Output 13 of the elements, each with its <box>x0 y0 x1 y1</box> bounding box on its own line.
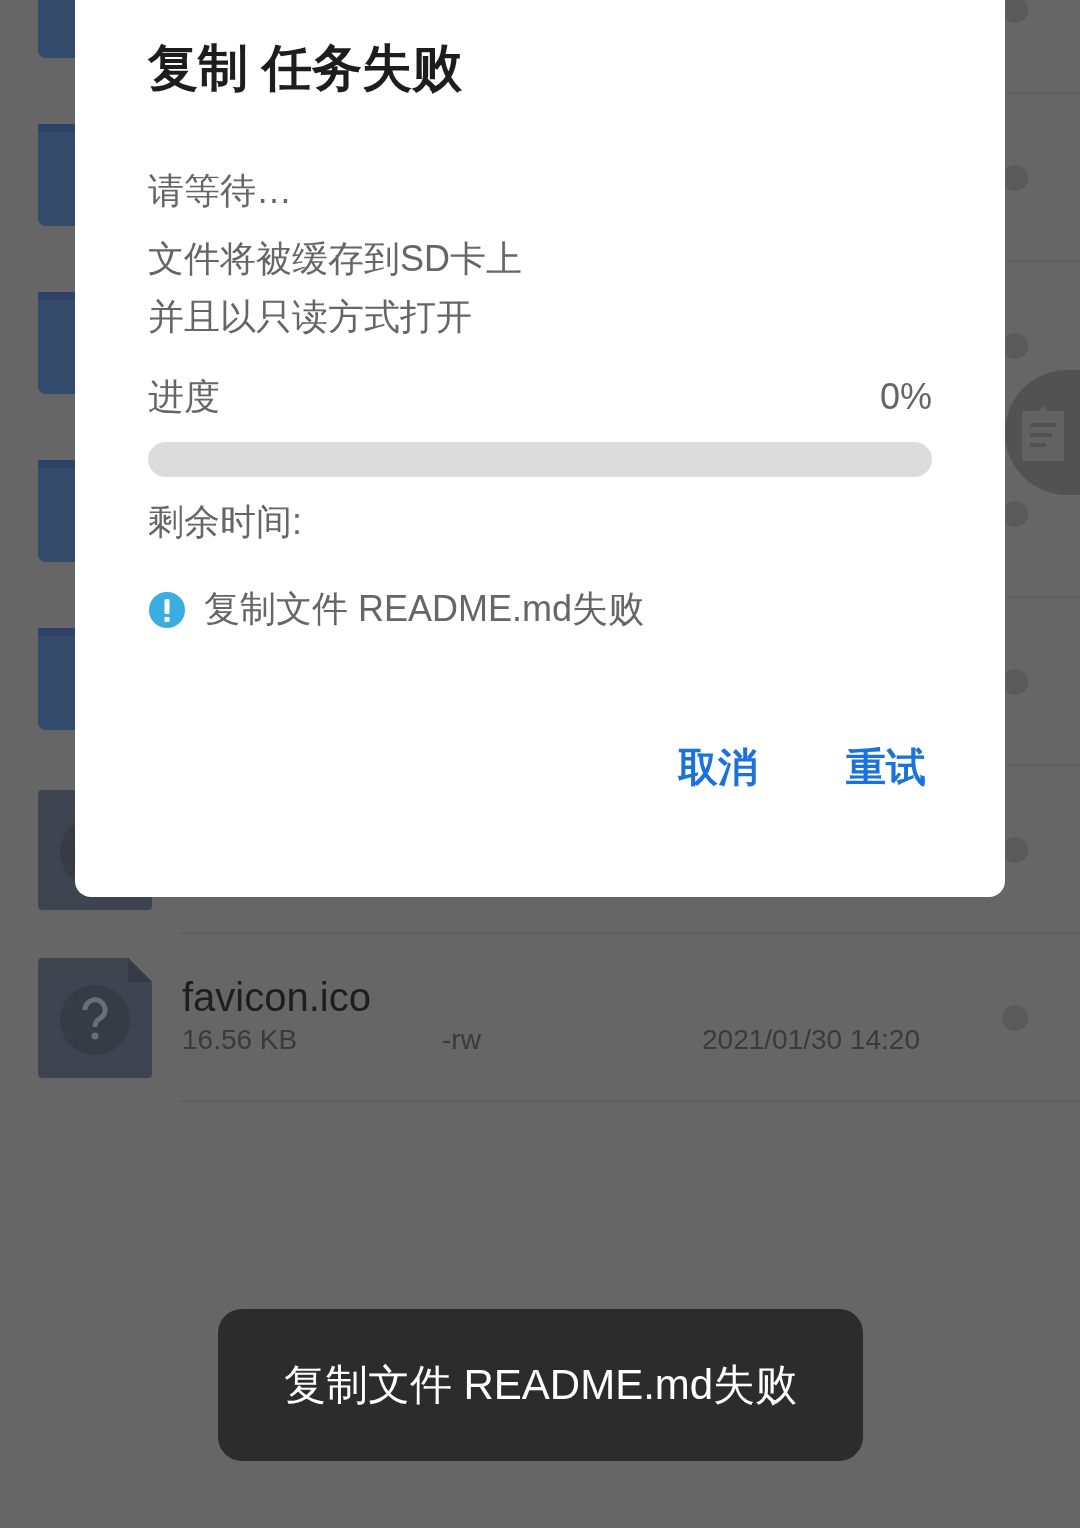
message-line: 请等待… <box>148 169 292 213</box>
message-line: 并且以只读方式打开 <box>148 295 472 339</box>
info-icon <box>148 590 186 629</box>
dialog-button[interactable]: 取消 <box>678 740 758 795</box>
remaining-time-label: 剩余时间: <box>148 500 302 544</box>
dialog-title: 复制 任务失败 <box>148 39 462 98</box>
progress-label: 进度 <box>148 375 220 419</box>
message-line: 文件将被缓存到SD卡上 <box>148 237 522 281</box>
dialog-button[interactable]: 重试 <box>846 740 926 795</box>
error-message: 复制文件 README.md失败 <box>204 587 645 631</box>
file-name: favicon.ico <box>182 974 372 1020</box>
progress-reading: 0% <box>879 375 932 419</box>
toast-message: 复制文件 README.md失败 <box>218 1309 863 1461</box>
